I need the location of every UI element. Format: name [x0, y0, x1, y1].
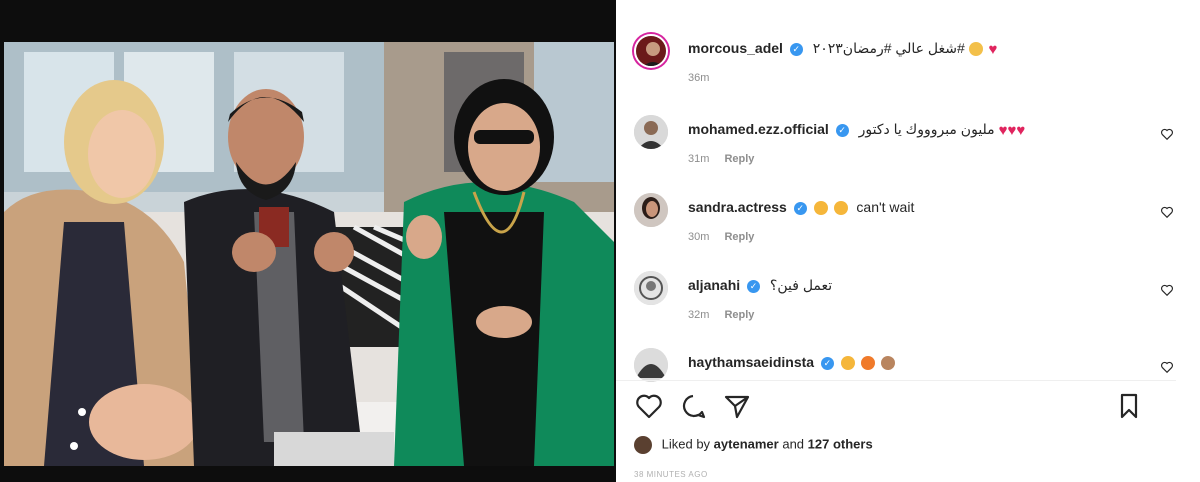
- comment-time: 30m: [688, 231, 710, 243]
- comment-text: مليون مبروووك يا دكتور: [858, 121, 995, 137]
- verified-badge-icon: ✓: [747, 279, 761, 293]
- comment-text: can't wait: [856, 199, 915, 215]
- post-timestamp: 38 MINUTES AGO: [634, 470, 708, 479]
- commenter-username[interactable]: aljanahi: [688, 277, 740, 293]
- comment-bubble-icon[interactable]: [678, 391, 708, 421]
- actions-divider: [616, 380, 1176, 381]
- caption-meta: 36m: [688, 72, 721, 84]
- caption-line: morcous_adel ✓ شغل عالي #رمضان٢٠٢٣# ♥: [688, 40, 997, 58]
- commenter-avatar[interactable]: [634, 348, 668, 382]
- caption-text: شغل عالي #رمضان٢٠٢٣#: [812, 40, 965, 56]
- post-caption: morcous_adel ✓ شغل عالي #رمضان٢٠٢٣# ♥ 36…: [634, 34, 1174, 94]
- verified-badge-icon: ✓: [820, 356, 834, 370]
- others-count[interactable]: 127 others: [808, 436, 873, 451]
- post-photo[interactable]: [4, 42, 614, 466]
- face-emoji-icon: [880, 356, 895, 371]
- heart-outline-icon[interactable]: [634, 391, 664, 421]
- comment-line: aljanahi ✓ تعمل فين؟: [688, 277, 832, 294]
- commenter-avatar[interactable]: [634, 115, 668, 149]
- photo-illustration: [4, 42, 614, 466]
- liked-by-prefix: Liked by: [661, 436, 711, 452]
- comment-time: 31m: [688, 153, 710, 165]
- post-photo-panel: [0, 0, 616, 482]
- comment-time: 32m: [688, 309, 710, 321]
- commenter-username[interactable]: sandra.actress: [688, 199, 787, 215]
- heart-eyes-emoji-icon: [840, 356, 855, 371]
- bookmark-icon[interactable]: [1114, 391, 1144, 421]
- red-heart-emoji-icon: ♥: [988, 40, 998, 58]
- commenter-avatar[interactable]: [634, 193, 668, 227]
- comment-meta: 32m Reply: [688, 309, 766, 321]
- comment-item: mohamed.ezz.official ✓ مليون مبروووك يا …: [634, 115, 1174, 175]
- author-username[interactable]: morcous_adel: [688, 40, 783, 56]
- paper-plane-icon[interactable]: [722, 391, 752, 421]
- comment-line: mohamed.ezz.official ✓ مليون مبروووك يا …: [688, 121, 1025, 139]
- comment-item: sandra.actress ✓ can't wait 30m Reply: [634, 193, 1174, 253]
- comment-like-heart-icon[interactable]: [1160, 127, 1174, 141]
- comment-line: haythamsaeidinsta ✓: [688, 354, 897, 371]
- red-heart-emoji-icon: ♥♥♥: [998, 121, 1026, 139]
- fire-emoji-icon: [860, 356, 875, 371]
- comment-item: aljanahi ✓ تعمل فين؟ 32m Reply: [634, 271, 1174, 331]
- liked-by-user[interactable]: aytenamer: [714, 436, 779, 451]
- comment-line: sandra.actress ✓ can't wait: [688, 199, 915, 216]
- heart-eyes-emoji-icon: [813, 201, 828, 216]
- commenter-username[interactable]: mohamed.ezz.official: [688, 121, 829, 137]
- comment-like-heart-icon[interactable]: [1160, 283, 1174, 297]
- liker-avatar[interactable]: [634, 436, 652, 454]
- comment-like-heart-icon[interactable]: [1160, 205, 1174, 219]
- verified-badge-icon: ✓: [835, 123, 849, 137]
- post-actions-bar: [634, 391, 1154, 423]
- verified-badge-icon: ✓: [793, 201, 807, 215]
- reply-button[interactable]: Reply: [724, 153, 754, 165]
- likes-summary: Liked by aytenamer and 127 others: [634, 436, 873, 458]
- reply-button[interactable]: Reply: [724, 309, 754, 321]
- comment-like-heart-icon[interactable]: [1160, 360, 1174, 374]
- reply-button[interactable]: Reply: [724, 231, 754, 243]
- caption-time: 36m: [688, 72, 710, 84]
- comment-item: haythamsaeidinsta ✓: [634, 348, 1174, 382]
- comment-meta: 31m Reply: [688, 153, 766, 165]
- comment-meta: 30m Reply: [688, 231, 766, 243]
- commenter-username[interactable]: haythamsaeidinsta: [688, 354, 814, 370]
- author-avatar[interactable]: [634, 34, 668, 68]
- heart-eyes-emoji-icon: [833, 201, 848, 216]
- verified-badge-icon: ✓: [789, 42, 803, 56]
- comment-text: تعمل فين؟: [769, 277, 833, 293]
- commenter-avatar[interactable]: [634, 271, 668, 305]
- praying-hands-emoji-icon: [968, 42, 983, 57]
- and-word: and: [782, 436, 805, 452]
